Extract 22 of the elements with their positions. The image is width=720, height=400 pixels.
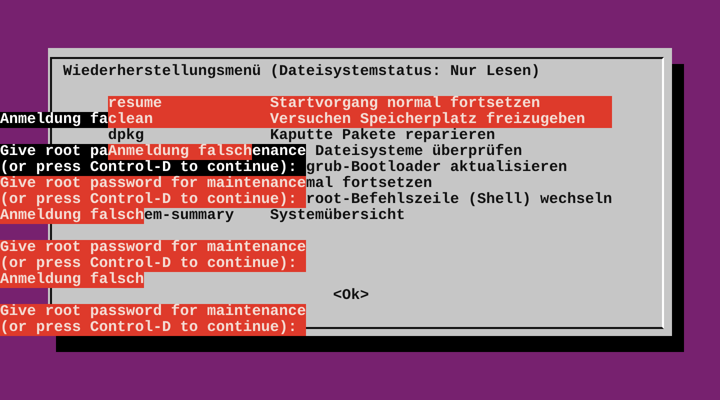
menu-item[interactable]: dpkg Kaputte Pakete reparieren: [108, 128, 612, 144]
menu-text: mal fortsetzen: [306, 176, 432, 192]
console-message: (or press Control-D to continue):: [0, 160, 306, 176]
menu-text: root-Befehlszeile (Shell) wechseln: [306, 192, 614, 208]
console-message: (or press Control-D to continue):: [0, 256, 306, 272]
console-message: (or press Control-D to continue):: [0, 192, 306, 208]
console-message: Give root password for maintenance: [0, 304, 306, 320]
menu-text: em-summary: [144, 208, 234, 224]
ok-button[interactable]: <Ok>: [333, 288, 370, 304]
console-message: Anmeldung falsch: [0, 208, 144, 224]
console-message: Anmeldung falsch: [0, 272, 144, 288]
menu-text: Dateisysteme überprüfen: [315, 144, 524, 160]
console-message: Give root password for maintenance: [0, 176, 306, 192]
console-message: (or press Control-D to continue):: [0, 320, 306, 336]
console-message: enance: [252, 144, 306, 160]
console-message: Anmeldung fa: [0, 112, 108, 128]
console-message: Anmeldung falsch: [108, 144, 252, 160]
console-message: Give root password for maintenance: [0, 240, 306, 256]
menu-text: Systemübersicht: [270, 208, 406, 224]
menu-text: grub-Bootloader aktualisieren: [306, 160, 568, 176]
dialog-title: Wiederherstellungsmenü (Dateisystemstatus: Nur Lesen): [63, 64, 542, 80]
console-message: Give root pa: [0, 144, 108, 160]
